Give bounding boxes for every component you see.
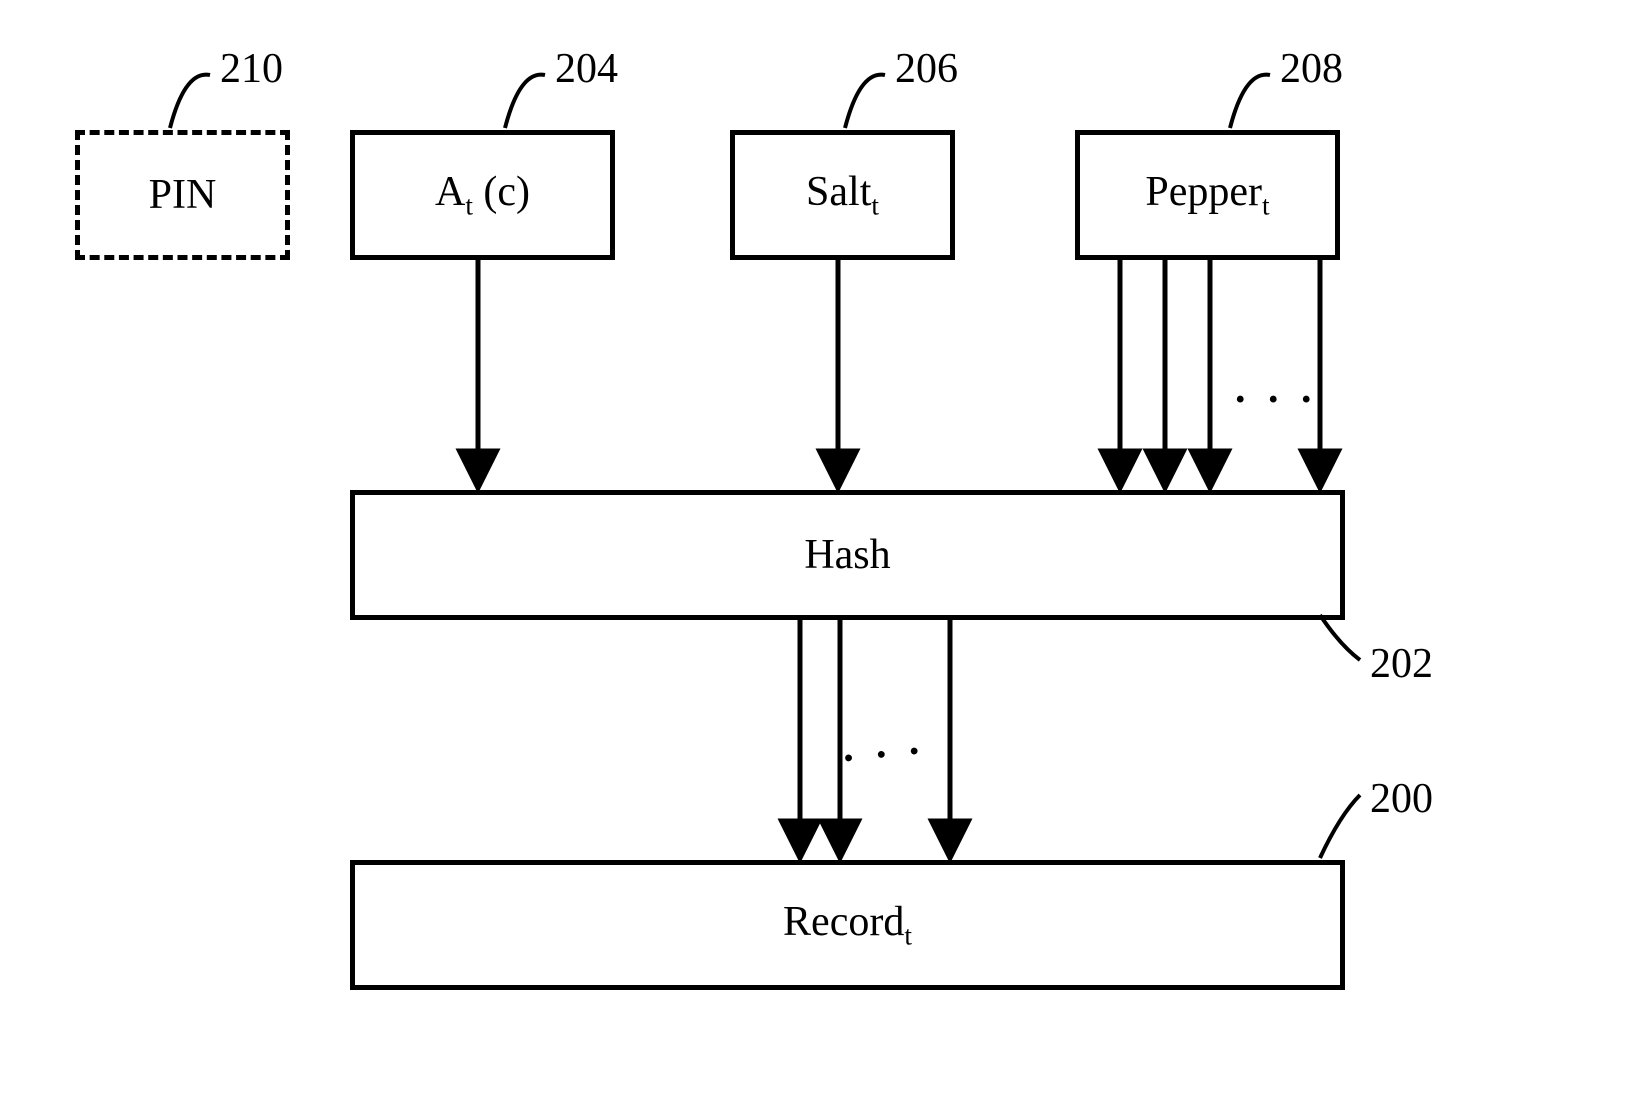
connectors — [0, 0, 1633, 1112]
diagram-stage: PIN 210 At (c) 204 Saltt 206 Peppert 208… — [0, 0, 1633, 1112]
